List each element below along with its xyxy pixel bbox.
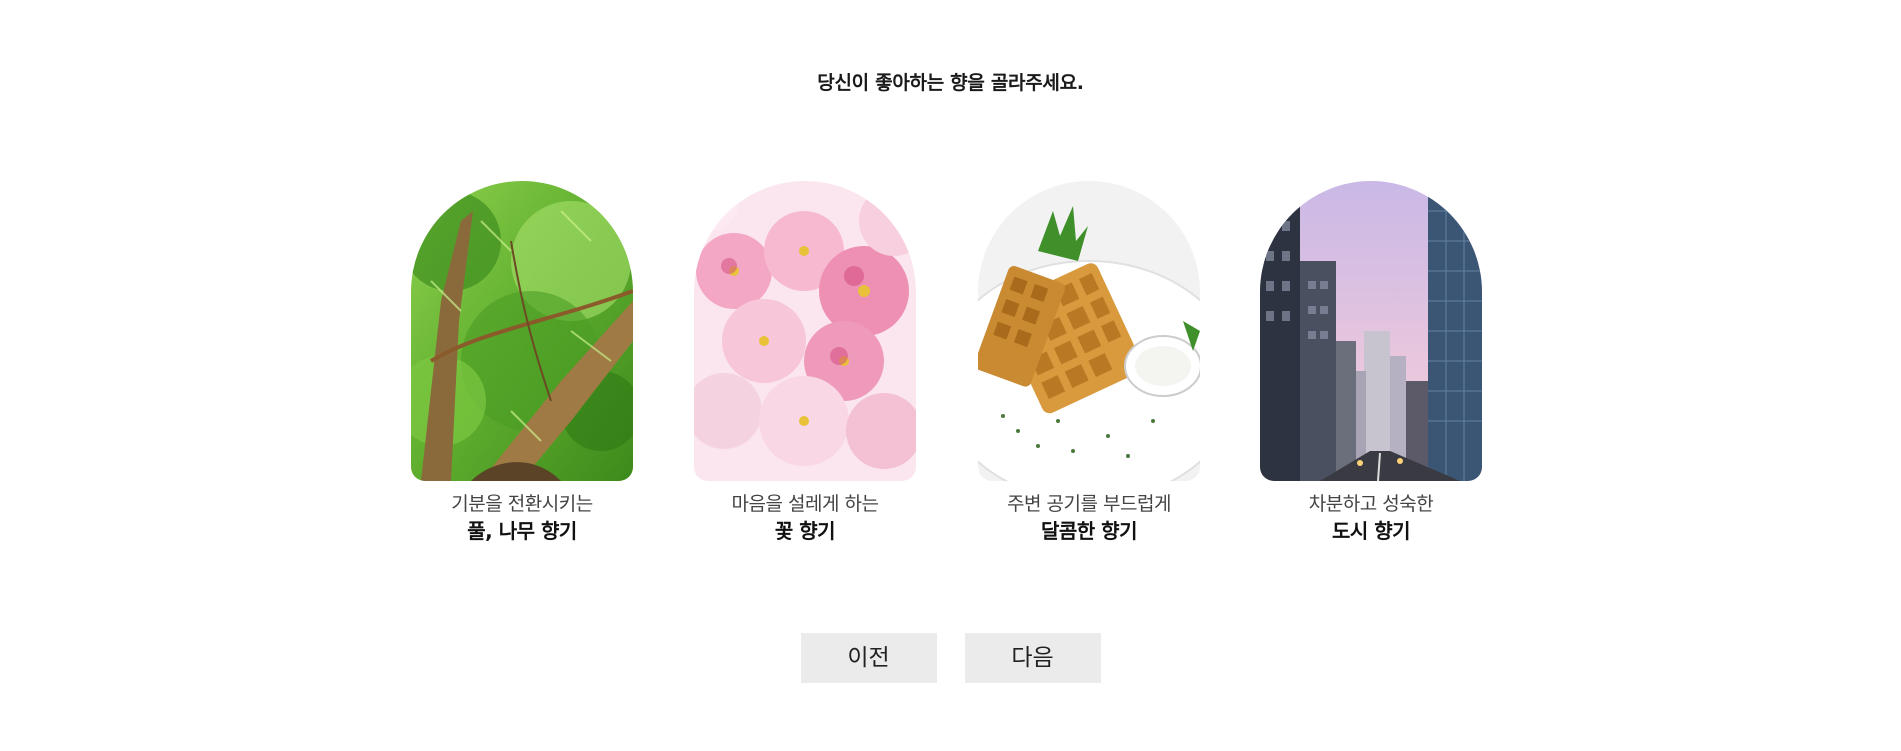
pink-blossoms-image[interactable]	[694, 181, 916, 481]
scent-option-sweet[interactable]: 주변 공기를 부드럽게 달콤한 향기	[978, 181, 1200, 545]
tree-leaves-image[interactable]	[411, 181, 633, 481]
scent-option-subtitle: 주변 공기를 부드럽게	[1007, 493, 1171, 515]
next-button[interactable]: 다음	[964, 633, 1101, 683]
scent-option-subtitle: 차분하고 성숙한	[1308, 493, 1434, 515]
scent-option-wood[interactable]: 기분을 전환시키는 풀, 나무 향기	[411, 181, 633, 545]
city-street-image[interactable]	[1260, 181, 1482, 481]
nav-buttons: 이전 다음	[0, 633, 1901, 683]
prev-button[interactable]: 이전	[800, 633, 937, 683]
scent-option-city[interactable]: 차분하고 성숙한 도시 향기	[1260, 181, 1482, 545]
scent-option-subtitle: 기분을 전환시키는	[451, 493, 593, 515]
scent-option-label: 도시 향기	[1331, 519, 1411, 543]
page-title: 당신이 좋아하는 향을 골라주세요.	[817, 72, 1084, 94]
scent-option-label: 꽃 향기	[774, 519, 836, 543]
scent-option-label: 풀, 나무 향기	[467, 519, 577, 543]
scent-option-subtitle: 마음을 설레게 하는	[731, 493, 879, 515]
waffle-plate-image[interactable]	[978, 181, 1200, 481]
scent-option-label: 달콤한 향기	[1041, 519, 1137, 543]
scent-options: 기분을 전환시키는 풀, 나무 향기 마음을 설레게 하는 꽃 향기 주변 공기…	[0, 181, 1901, 551]
scent-option-flower[interactable]: 마음을 설레게 하는 꽃 향기	[694, 181, 916, 545]
